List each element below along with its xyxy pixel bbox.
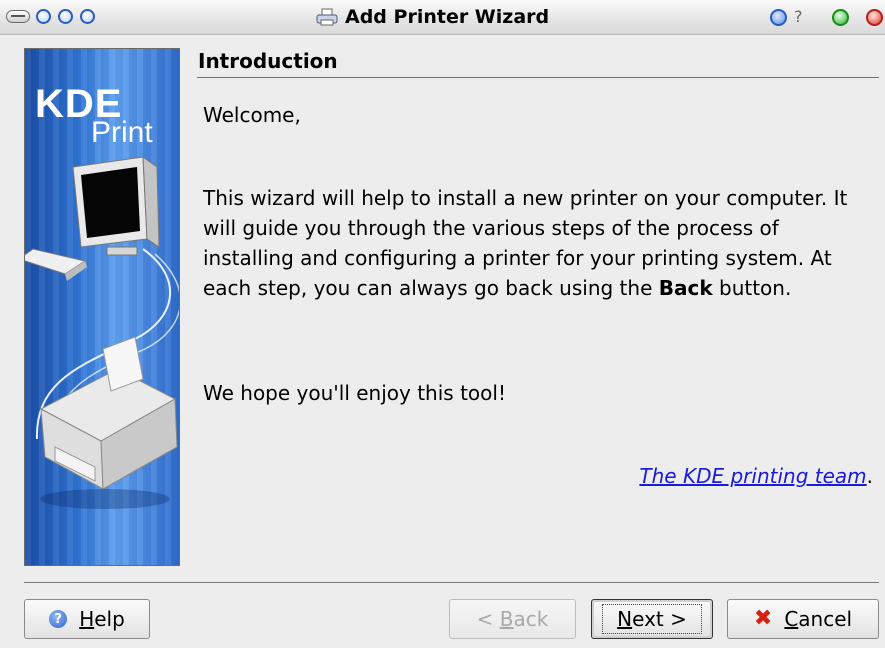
above-button[interactable] bbox=[80, 9, 95, 24]
next-button[interactable]: Next > bbox=[591, 599, 713, 639]
intro-paragraph: This wizard will help to install a new p… bbox=[203, 186, 848, 300]
shade-button[interactable] bbox=[58, 9, 73, 24]
kde-printing-team-link[interactable]: The KDE printing team bbox=[639, 464, 866, 488]
printer-icon bbox=[316, 8, 338, 26]
enjoy-text: We hope you'll enjoy this tool! bbox=[203, 381, 506, 405]
back-button[interactable]: < Back bbox=[449, 599, 576, 639]
title-divider bbox=[197, 77, 879, 78]
signature: The KDE printing team. bbox=[639, 464, 873, 488]
back-emphasis: Back bbox=[658, 276, 713, 300]
window-menu-button[interactable] bbox=[6, 10, 30, 23]
help-icon: ? bbox=[49, 610, 68, 628]
minimize-button[interactable] bbox=[770, 9, 787, 26]
close-button[interactable] bbox=[866, 9, 883, 26]
maximize-button[interactable] bbox=[832, 9, 849, 26]
help-button[interactable]: ? Help bbox=[24, 599, 150, 639]
button-divider bbox=[24, 582, 879, 583]
welcome-text: Welcome, bbox=[203, 103, 301, 127]
whats-this-icon[interactable]: ? bbox=[794, 6, 803, 28]
cancel-button[interactable]: ✖ Cancel bbox=[727, 599, 879, 639]
banner-print-text: Print bbox=[91, 116, 153, 149]
title-bar[interactable]: Add Printer Wizard ? bbox=[0, 0, 885, 35]
sticky-button[interactable] bbox=[36, 9, 51, 24]
page-title: Introduction bbox=[198, 49, 338, 73]
kde-print-banner: KDE Print bbox=[24, 48, 180, 566]
cancel-x-icon: ✖ bbox=[753, 606, 773, 631]
window-title: Add Printer Wizard bbox=[345, 6, 550, 28]
